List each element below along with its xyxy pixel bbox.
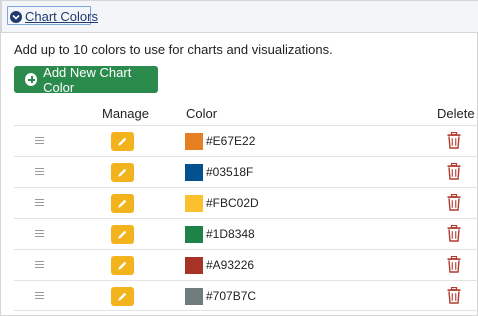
color-swatch bbox=[185, 195, 203, 212]
color-row: #A93226 bbox=[14, 249, 478, 280]
delete-color-button[interactable] bbox=[447, 286, 461, 304]
column-header-delete: Delete bbox=[437, 106, 475, 121]
plus-circle-icon bbox=[25, 73, 38, 86]
color-hex-value: #707B7C bbox=[206, 289, 257, 303]
edit-color-button[interactable] bbox=[111, 163, 134, 182]
column-header-color: Color bbox=[186, 106, 218, 121]
color-row: #03518F bbox=[14, 156, 478, 187]
panel-title: Chart Colors bbox=[25, 9, 98, 24]
trash-icon bbox=[447, 255, 461, 273]
color-hex-value: #A93226 bbox=[206, 258, 255, 272]
color-swatch bbox=[185, 164, 203, 181]
color-swatch bbox=[185, 133, 203, 150]
delete-color-button[interactable] bbox=[447, 224, 461, 242]
add-button-label: Add New Chart Color bbox=[43, 64, 132, 95]
color-swatch bbox=[185, 288, 203, 305]
color-row: #1D8348 bbox=[14, 218, 478, 249]
drag-handle-icon[interactable] bbox=[35, 261, 44, 268]
drag-handle-icon[interactable] bbox=[35, 292, 44, 299]
drag-handle-icon[interactable] bbox=[35, 230, 44, 237]
chart-colors-panel: Chart Colors Add up to 10 colors to use … bbox=[0, 0, 478, 316]
color-hex-value: #FBC02D bbox=[206, 196, 259, 210]
color-row: #E67E22 bbox=[14, 125, 478, 156]
pencil-icon bbox=[118, 261, 127, 270]
color-hex-value: #1D8348 bbox=[206, 227, 255, 241]
trash-icon bbox=[447, 193, 461, 211]
color-hex-value: #03518F bbox=[206, 165, 254, 179]
color-row: #FBC02D bbox=[14, 187, 478, 218]
delete-color-button[interactable] bbox=[447, 193, 461, 211]
drag-handle-icon[interactable] bbox=[35, 137, 44, 144]
delete-color-button[interactable] bbox=[447, 131, 461, 149]
color-swatch bbox=[185, 257, 203, 274]
add-new-chart-color-button[interactable]: Add New Chart Color bbox=[14, 64, 158, 95]
panel-header: Chart Colors bbox=[1, 0, 478, 33]
edit-color-button[interactable] bbox=[111, 225, 134, 244]
trash-icon bbox=[447, 224, 461, 242]
delete-color-button[interactable] bbox=[447, 162, 461, 180]
trash-icon bbox=[447, 162, 461, 180]
color-hex-value: #E67E22 bbox=[206, 134, 256, 148]
edit-color-button[interactable] bbox=[111, 132, 134, 151]
chevron-down-icon bbox=[10, 10, 22, 23]
column-header-manage: Manage bbox=[102, 106, 149, 121]
delete-color-button[interactable] bbox=[447, 255, 461, 273]
drag-handle-icon[interactable] bbox=[35, 168, 44, 175]
edit-color-button[interactable] bbox=[111, 287, 134, 306]
pencil-icon bbox=[118, 168, 127, 177]
edit-color-button[interactable] bbox=[111, 256, 134, 275]
color-swatch bbox=[185, 226, 203, 243]
description-text: Add up to 10 colors to use for charts an… bbox=[14, 42, 333, 57]
pencil-icon bbox=[118, 292, 127, 301]
color-row: #707B7C bbox=[14, 280, 478, 311]
drag-handle-icon[interactable] bbox=[35, 199, 44, 206]
color-list: #E67E22 #03518F #FBC02D #1D8348 #A93226 #707B… bbox=[14, 125, 478, 311]
trash-icon bbox=[447, 131, 461, 149]
pencil-icon bbox=[118, 137, 127, 146]
chart-colors-toggle[interactable]: Chart Colors bbox=[10, 9, 98, 24]
pencil-icon bbox=[118, 230, 127, 239]
edit-color-button[interactable] bbox=[111, 194, 134, 213]
trash-icon bbox=[447, 286, 461, 304]
pencil-icon bbox=[118, 199, 127, 208]
